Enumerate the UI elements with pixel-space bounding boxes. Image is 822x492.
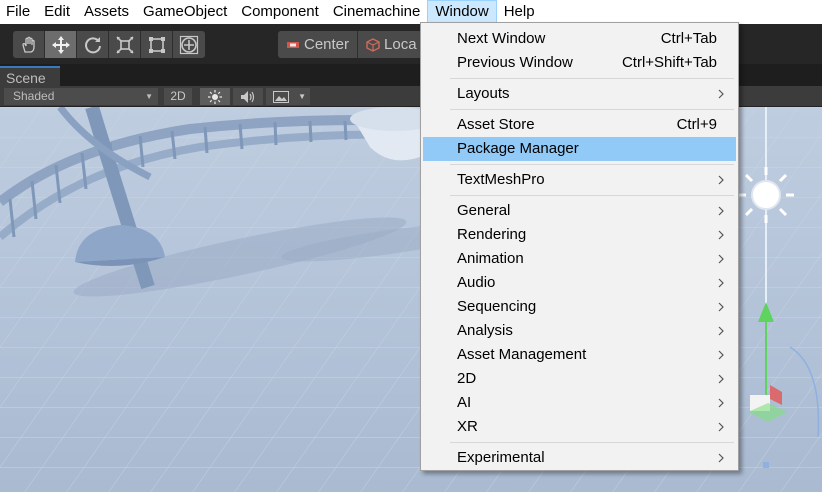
menu-item-animation[interactable]: Animation: [423, 247, 736, 271]
chevron-right-icon: [718, 254, 724, 264]
menu-item-audio[interactable]: Audio: [423, 271, 736, 295]
dropdown-arrow-icon: ▼: [145, 92, 153, 101]
scale-tool-icon: [115, 35, 134, 54]
hand-tool-icon: [21, 36, 35, 53]
sun-icon: [208, 90, 222, 104]
pivot-tools: Center Loca: [278, 31, 425, 58]
dropdown-arrow-icon: ▼: [298, 92, 306, 101]
audio-toggle[interactable]: [233, 88, 263, 105]
transform-tool-button[interactable]: [173, 31, 205, 58]
chevron-right-icon: [718, 422, 724, 432]
rect-tool-button[interactable]: [141, 31, 173, 58]
menu-help[interactable]: Help: [497, 0, 542, 24]
menu-gameobject[interactable]: GameObject: [136, 0, 234, 24]
chevron-right-icon: [718, 302, 724, 312]
menu-window[interactable]: Window: [427, 0, 497, 24]
menu-item-rendering[interactable]: Rendering: [423, 223, 736, 247]
menu-item-label: Audio: [457, 274, 496, 291]
menu-item-next-window[interactable]: Next Window Ctrl+Tab: [423, 27, 736, 51]
speaker-icon: [241, 91, 255, 103]
menu-item-label: General: [457, 202, 511, 219]
menu-item-experimental[interactable]: Experimental: [423, 446, 736, 470]
chevron-right-icon: [718, 89, 724, 99]
menu-item-sequencing[interactable]: Sequencing: [423, 295, 736, 319]
lighting-toggle[interactable]: [200, 88, 230, 105]
chevron-right-icon: [718, 326, 724, 336]
chevron-right-icon: [718, 206, 724, 216]
menu-bar: File Edit Assets GameObject Component Ci…: [0, 0, 822, 24]
menu-file[interactable]: File: [0, 0, 37, 24]
menu-item-label: XR: [457, 418, 478, 435]
menu-item-xr[interactable]: XR: [423, 415, 736, 439]
effects-dropdown[interactable]: ▼: [266, 88, 310, 105]
pivot-center-button[interactable]: Center: [278, 31, 359, 58]
menu-assets[interactable]: Assets: [77, 0, 136, 24]
chevron-right-icon: [718, 278, 724, 288]
image-effects-icon: [273, 91, 289, 103]
chevron-right-icon: [718, 350, 724, 360]
menu-item-label: Animation: [457, 250, 524, 267]
menu-separator: [450, 442, 734, 443]
menu-item-label: Rendering: [457, 226, 527, 243]
menu-item-general[interactable]: General: [423, 199, 736, 223]
menu-item-asset-management[interactable]: Asset Management: [423, 343, 736, 367]
menu-item-label: Layouts: [457, 85, 510, 102]
menu-item-label: Asset Store: [457, 116, 535, 133]
menu-item-shortcut: Ctrl+9: [676, 116, 717, 133]
menu-item-package-manager[interactable]: Package Manager: [423, 137, 736, 161]
menu-separator: [450, 195, 734, 196]
menu-item-label: Previous Window: [457, 54, 573, 71]
pivot-center-label: Center: [304, 36, 350, 53]
mode-2d-toggle[interactable]: 2D: [164, 88, 192, 105]
menu-item-shortcut: Ctrl+Shift+Tab: [621, 54, 717, 71]
menu-item-label: Next Window: [457, 30, 546, 47]
menu-item-textmeshpro[interactable]: TextMeshPro: [423, 168, 736, 192]
transform-tool-icon: [179, 35, 199, 54]
rect-tool-icon: [148, 36, 165, 53]
move-tool-button[interactable]: [45, 31, 77, 58]
pivot-space-label: Loca: [384, 36, 417, 53]
scale-tool-button[interactable]: [109, 31, 141, 58]
chevron-right-icon: [718, 175, 724, 185]
menu-edit[interactable]: Edit: [37, 0, 77, 24]
menu-item-ai[interactable]: AI: [423, 391, 736, 415]
menu-item-label: 2D: [457, 370, 477, 387]
rotate-tool-button[interactable]: [77, 31, 109, 58]
pivot-space-button[interactable]: Loca: [358, 31, 425, 58]
menu-item-label: Experimental: [457, 449, 545, 466]
menu-item-label: Sequencing: [457, 298, 537, 315]
menu-item-analysis[interactable]: Analysis: [423, 319, 736, 343]
chevron-right-icon: [718, 230, 724, 240]
chevron-right-icon: [718, 453, 724, 463]
chevron-right-icon: [718, 398, 724, 408]
menu-item-label: TextMeshPro: [457, 171, 545, 188]
menu-component[interactable]: Component: [234, 0, 326, 24]
move-tool-icon: [51, 35, 70, 54]
tab-scene[interactable]: Scene: [0, 66, 60, 86]
menu-item-2d[interactable]: 2D: [423, 367, 736, 391]
menu-item-previous-window[interactable]: Previous Window Ctrl+Shift+Tab: [423, 51, 736, 75]
rotate-tool-icon: [84, 36, 101, 53]
menu-item-label: AI: [457, 394, 472, 411]
shading-mode-value: Shaded: [13, 89, 55, 103]
menu-item-label: Analysis: [457, 322, 513, 339]
transform-tools: [13, 31, 205, 58]
menu-separator: [450, 164, 734, 165]
hand-tool-button[interactable]: [13, 31, 45, 58]
local-space-icon: [366, 37, 380, 52]
window-menu-dropdown: Next Window Ctrl+Tab Previous Window Ctr…: [420, 22, 739, 471]
chevron-right-icon: [718, 374, 724, 384]
menu-item-label: Asset Management: [457, 346, 587, 363]
menu-item-layouts[interactable]: Layouts: [423, 82, 736, 106]
menu-item-shortcut: Ctrl+Tab: [660, 30, 717, 47]
shading-mode-dropdown[interactable]: Shaded ▼: [4, 88, 158, 105]
menu-separator: [450, 109, 734, 110]
menu-item-asset-store[interactable]: Asset Store Ctrl+9: [423, 113, 736, 137]
pivot-center-icon: [287, 41, 299, 48]
menu-cinemachine[interactable]: Cinemachine: [326, 0, 428, 24]
menu-item-label: Package Manager: [457, 140, 579, 157]
menu-separator: [450, 78, 734, 79]
